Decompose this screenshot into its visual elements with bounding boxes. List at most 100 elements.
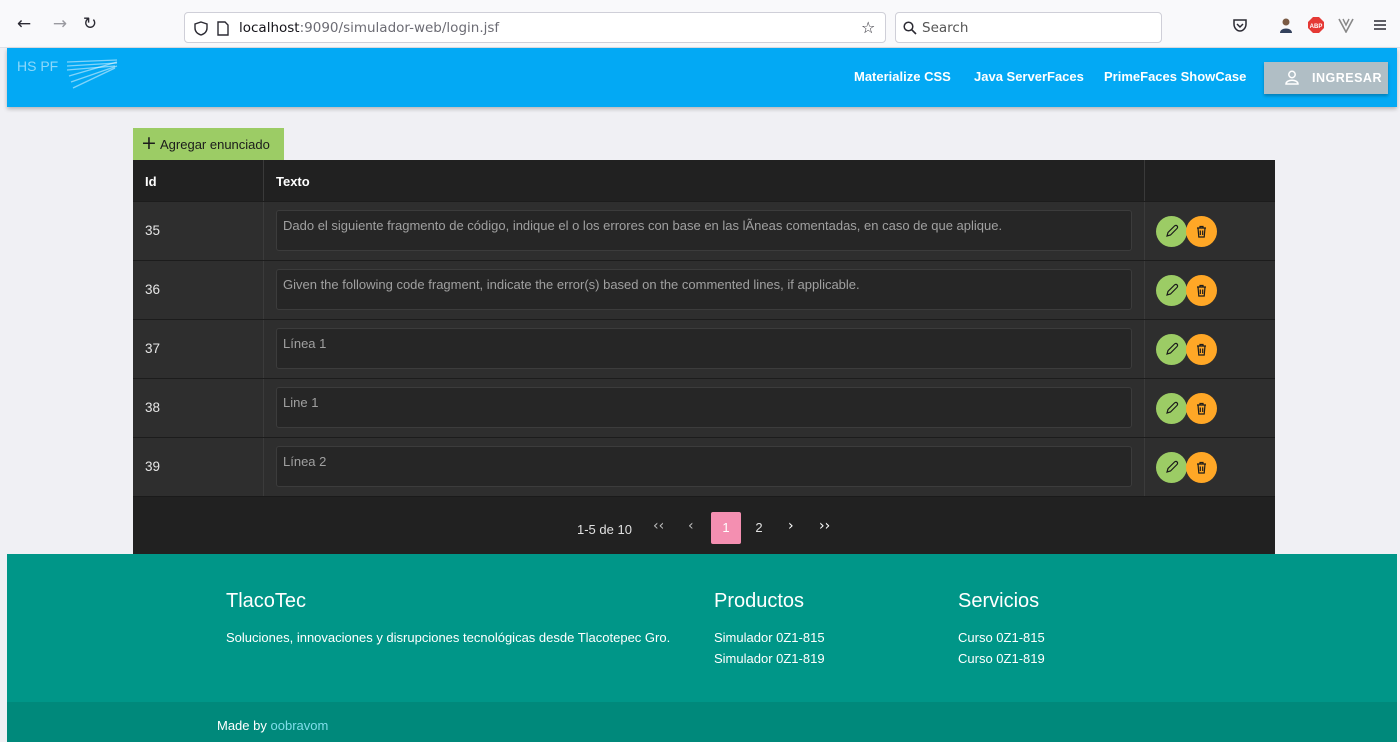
- delete-button[interactable]: [1186, 216, 1217, 247]
- cell-divider: [263, 202, 264, 261]
- pocket-icon[interactable]: [1232, 17, 1248, 33]
- add-statement-button[interactable]: + Agregar enunciado: [133, 128, 284, 160]
- login-button-label: INGRESAR: [1312, 71, 1382, 85]
- url-host: localhost: [239, 20, 300, 36]
- row-text: Dado el siguiente fragmento de código, i…: [283, 218, 1003, 233]
- footer-product-link[interactable]: Simulador 0Z1-819: [714, 651, 825, 666]
- add-statement-label: Agregar enunciado: [160, 137, 270, 152]
- trash-icon: [1197, 284, 1206, 297]
- address-bar[interactable]: localhost:9090/simulador-web/login.jsf ☆: [184, 12, 886, 43]
- login-button[interactable]: INGRESAR: [1264, 62, 1388, 94]
- table-header: Id Texto: [133, 160, 1275, 201]
- cell-divider: [1144, 202, 1145, 261]
- app-navbar: HS PF Materialize CSS Java ServerFaces P…: [7, 48, 1397, 107]
- trash-icon: [1197, 343, 1206, 356]
- row-id: 37: [145, 341, 161, 356]
- last-page-button[interactable]: ››: [819, 518, 830, 534]
- url-path: :9090/simulador-web/login.jsf: [299, 20, 500, 36]
- footer-copyright: Made by oobravom: [7, 702, 1397, 742]
- profile-icon[interactable]: [1278, 17, 1294, 33]
- cell-divider: [263, 379, 264, 438]
- extension-icon[interactable]: [1338, 17, 1354, 33]
- edit-button[interactable]: [1156, 216, 1187, 247]
- trash-icon: [1197, 402, 1206, 415]
- author-link[interactable]: oobravom: [271, 718, 329, 733]
- cell-divider: [1144, 379, 1145, 438]
- row-text: Línea 2: [283, 454, 327, 469]
- nav-link-materialize[interactable]: Materialize CSS: [854, 69, 951, 84]
- svg-text:ABP: ABP: [1310, 24, 1323, 30]
- trash-icon: [1197, 461, 1206, 474]
- row-text: Given the following code fragment, indic…: [283, 277, 860, 292]
- first-page-button[interactable]: ‹‹: [653, 518, 664, 534]
- search-input[interactable]: [922, 18, 1152, 38]
- page-button-1[interactable]: 1: [711, 512, 741, 544]
- search-box[interactable]: [895, 12, 1162, 43]
- footer-service-link[interactable]: Curso 0Z1-815: [958, 630, 1045, 645]
- pencil-icon: [1166, 401, 1179, 414]
- delete-button[interactable]: [1186, 275, 1217, 306]
- made-by-label: Made by: [217, 718, 267, 733]
- cell-divider: [1144, 320, 1145, 379]
- table-row: 38 Line 1: [133, 378, 1275, 438]
- table-row: 39 Línea 2: [133, 437, 1275, 497]
- row-text-field[interactable]: Dado el siguiente fragmento de código, i…: [276, 210, 1132, 251]
- plus-icon: +: [141, 132, 157, 154]
- brand-logo[interactable]: HS PF: [17, 58, 58, 74]
- column-header-text[interactable]: Texto: [276, 174, 310, 189]
- nav-link-primefaces[interactable]: PrimeFaces ShowCase: [1104, 69, 1246, 84]
- adblock-icon[interactable]: ABP: [1308, 17, 1324, 33]
- column-header-id[interactable]: Id: [145, 174, 157, 189]
- edit-button[interactable]: [1156, 452, 1187, 483]
- pencil-icon: [1166, 342, 1179, 355]
- edit-button[interactable]: [1156, 334, 1187, 365]
- paginator: 1-5 de 10 ‹‹ ‹ 1 2 › ››: [133, 496, 1275, 554]
- table-row: 35 Dado el siguiente fragmento de código…: [133, 201, 1275, 261]
- shield-icon: [194, 21, 208, 36]
- edit-button[interactable]: [1156, 393, 1187, 424]
- edit-button[interactable]: [1156, 275, 1187, 306]
- page-button-2[interactable]: 2: [744, 512, 774, 544]
- pencil-icon: [1166, 224, 1179, 237]
- paginator-info: 1-5 de 10: [577, 522, 632, 537]
- url-text[interactable]: localhost:9090/simulador-web/login.jsf: [239, 20, 499, 36]
- row-id: 39: [145, 459, 161, 474]
- footer-brand-text: Soluciones, innovaciones y disrupciones …: [226, 630, 671, 645]
- page-icon: [217, 21, 229, 36]
- row-text-field[interactable]: Given the following code fragment, indic…: [276, 269, 1132, 310]
- row-text-field[interactable]: Línea 1: [276, 328, 1132, 369]
- cell-divider: [1144, 261, 1145, 320]
- star-icon[interactable]: ☆: [861, 18, 875, 37]
- user-icon: [1285, 70, 1299, 85]
- footer-services-title: Servicios: [958, 590, 1040, 612]
- delete-button[interactable]: [1186, 334, 1217, 365]
- table-row: 37 Línea 1: [133, 319, 1275, 379]
- footer-service-link[interactable]: Curso 0Z1-819: [958, 651, 1045, 666]
- pencil-icon: [1166, 460, 1179, 473]
- row-text-field[interactable]: Línea 2: [276, 446, 1132, 487]
- row-text: Line 1: [283, 395, 319, 410]
- row-text-field[interactable]: Line 1: [276, 387, 1132, 428]
- reload-icon[interactable]: ↻: [80, 14, 100, 34]
- delete-button[interactable]: [1186, 452, 1217, 483]
- forward-icon[interactable]: →: [50, 14, 70, 34]
- nav-link-jsf[interactable]: Java ServerFaces: [974, 69, 1084, 84]
- row-id: 35: [145, 223, 161, 238]
- page-footer: TlacoTec Soluciones, innovaciones y disr…: [7, 554, 1397, 702]
- statements-table: Id Texto 35 Dado el siguiente fragmento …: [133, 160, 1275, 554]
- column-divider: [1144, 160, 1145, 201]
- back-icon[interactable]: ←: [14, 14, 34, 34]
- cell-divider: [263, 261, 264, 320]
- prev-page-button[interactable]: ‹: [688, 518, 694, 534]
- delete-button[interactable]: [1186, 393, 1217, 424]
- made-by-text: Made by oobravom: [217, 718, 328, 733]
- hamburger-menu-icon[interactable]: [1372, 17, 1388, 33]
- next-page-button[interactable]: ›: [788, 518, 794, 534]
- column-divider: [263, 160, 264, 201]
- cell-divider: [263, 320, 264, 379]
- row-text: Línea 1: [283, 336, 327, 351]
- footer-brand-title: TlacoTec: [226, 590, 307, 612]
- footer-products-title: Productos: [714, 590, 805, 612]
- footer-product-link[interactable]: Simulador 0Z1-815: [714, 630, 825, 645]
- pencil-icon: [1166, 283, 1179, 296]
